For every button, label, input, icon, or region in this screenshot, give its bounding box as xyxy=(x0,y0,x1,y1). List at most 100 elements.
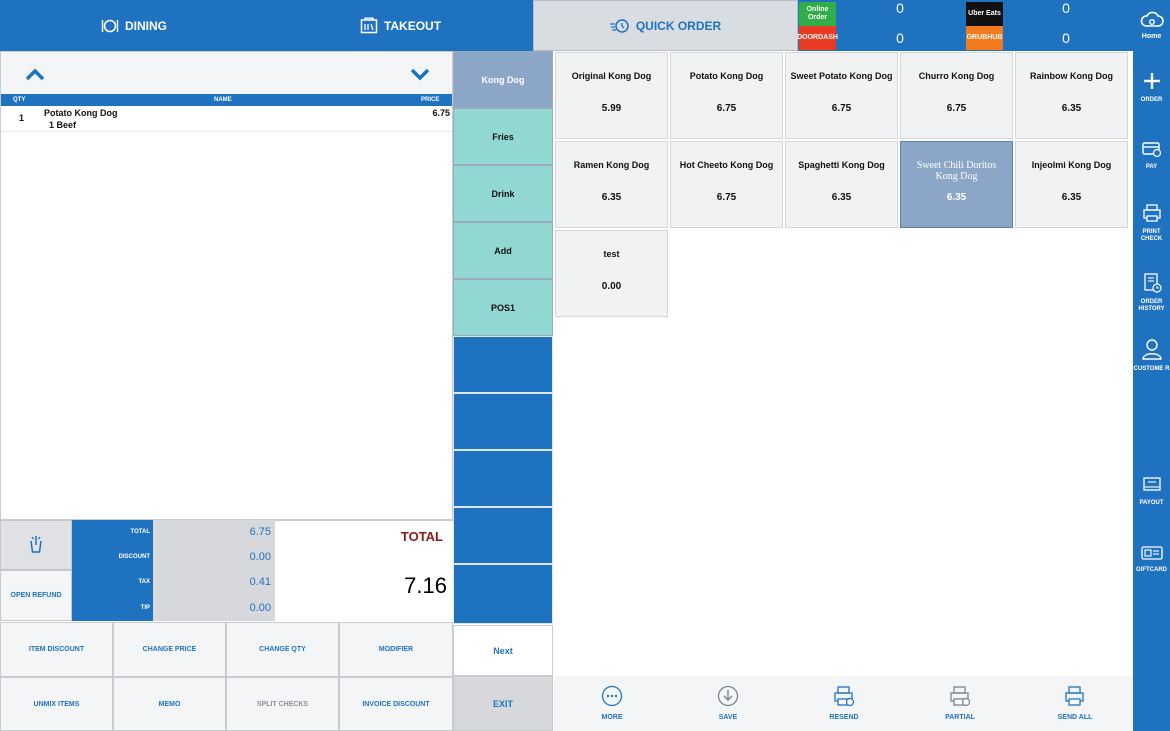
category-empty-slot[interactable] xyxy=(453,393,553,450)
menu-item[interactable]: Injeolmi Kong Dog 6.35 xyxy=(1015,141,1128,228)
menu-item-name: Original Kong Dog xyxy=(571,71,652,81)
sidebar-customer-button[interactable]: CUSTOME R xyxy=(1133,338,1170,373)
qty-header: QTY xyxy=(13,97,26,103)
menu-item-name: Spaghetti Kong Dog xyxy=(798,160,885,170)
scroll-down-icon[interactable] xyxy=(408,64,432,84)
online-order-logo[interactable]: Online Order xyxy=(799,2,836,26)
doordash-logo[interactable]: DOORDASH xyxy=(797,26,838,50)
order-row-qty: 1 xyxy=(19,113,25,123)
uber-eats-logo[interactable]: Uber Eats xyxy=(966,2,1003,26)
menu-item[interactable]: Original Kong Dog 5.99 xyxy=(555,52,668,139)
sidebar-order-label: ORDER xyxy=(1140,97,1163,103)
category-empty-slot[interactable] xyxy=(453,507,553,564)
order-row[interactable]: 1 Potato Kong Dog 1 Beef 6.75 xyxy=(1,106,452,132)
tab-quick-order[interactable]: QUICK ORDER xyxy=(533,0,798,51)
sidebar-pay-button[interactable]: PAY xyxy=(1133,140,1170,171)
gratuity-icon xyxy=(28,534,44,556)
invoice-discount-button[interactable]: INVOICE DISCOUNT xyxy=(339,677,453,731)
menu-item[interactable]: Ramen Kong Dog 6.35 xyxy=(555,141,668,228)
grubhub-logo[interactable]: GRUBHUB xyxy=(966,26,1003,50)
sidebar-print-check-label: PRINT CHECK xyxy=(1140,229,1163,242)
category-empty-slot[interactable] xyxy=(453,450,553,507)
category-pos1[interactable]: POS1 xyxy=(453,279,553,336)
unmix-items-button[interactable]: UNMIX ITEMS xyxy=(0,677,113,731)
grand-total-box: TOTAL 7.16 xyxy=(275,520,453,621)
menu-item-name: Churro Kong Dog xyxy=(918,71,995,81)
category-fries[interactable]: Fries xyxy=(453,108,553,165)
change-qty-button[interactable]: CHANGE QTY xyxy=(226,622,339,677)
category-drink[interactable]: Drink xyxy=(453,165,553,222)
menu-item-price: 6.35 xyxy=(831,192,852,203)
partial-button[interactable]: PARTIAL xyxy=(902,676,1018,731)
menu-item[interactable]: Hot Cheeto Kong Dog 6.75 xyxy=(670,141,783,228)
menu-item[interactable]: Churro Kong Dog 6.75 xyxy=(900,52,1013,139)
save-label: SAVE xyxy=(718,714,738,721)
order-row-name: Potato Kong Dog xyxy=(44,108,118,118)
plus-icon xyxy=(1142,71,1162,97)
exit-button[interactable]: EXIT xyxy=(453,676,553,731)
menu-item-selected[interactable]: Sweet Chili Doritos Kong Dog 6.35 xyxy=(900,141,1013,228)
tip-value: 0.00 xyxy=(249,602,271,614)
save-icon xyxy=(717,685,739,709)
more-icon xyxy=(601,685,623,709)
total-label: TOTAL xyxy=(130,529,150,535)
customer-icon xyxy=(1141,338,1163,366)
totals-labels: TOTAL DISCOUNT TAX TIP xyxy=(72,520,153,621)
subtotal-value: 6.75 xyxy=(249,526,271,538)
sidebar-order-button[interactable]: ORDER xyxy=(1133,71,1170,104)
menu-item[interactable]: Rainbow Kong Dog 6.35 xyxy=(1015,52,1128,139)
category-empty-slot[interactable] xyxy=(453,336,553,393)
change-price-button[interactable]: CHANGE PRICE xyxy=(113,622,226,677)
giftcard-icon xyxy=(1140,545,1163,567)
menu-item[interactable]: Spaghetti Kong Dog 6.35 xyxy=(785,141,898,228)
tab-dining[interactable]: DINING xyxy=(0,0,268,51)
menu-item-price: 6.35 xyxy=(946,192,967,203)
open-refund-button[interactable]: OPEN REFUND xyxy=(0,570,72,621)
scroll-up-icon[interactable] xyxy=(23,64,47,84)
menu-item-price: 6.75 xyxy=(716,103,737,114)
tab-takeout[interactable]: TAKEOUT xyxy=(268,0,533,51)
menu-item[interactable]: Potato Kong Dog 6.75 xyxy=(670,52,783,139)
item-discount-button[interactable]: ITEM DISCOUNT xyxy=(0,622,113,677)
dining-icon xyxy=(101,18,119,34)
category-empty-slot[interactable] xyxy=(453,564,553,624)
save-button[interactable]: SAVE xyxy=(670,676,786,731)
send-all-icon xyxy=(1064,685,1086,709)
partial-icon xyxy=(949,685,971,709)
menu-item[interactable]: Sweet Potato Kong Dog 6.75 xyxy=(785,52,898,139)
sidebar-giftcard-button[interactable]: GIFTCARD xyxy=(1133,545,1170,574)
resend-icon xyxy=(833,685,855,709)
tip-label: TIP xyxy=(140,605,150,611)
memo-button[interactable]: MEMO xyxy=(113,677,226,731)
category-add[interactable]: Add xyxy=(453,222,553,279)
payout-icon xyxy=(1142,476,1162,500)
sidebar-payout-button[interactable]: PAYOUT xyxy=(1133,476,1170,507)
split-checks-button[interactable]: SPLIT CHECKS xyxy=(226,677,339,731)
pay-icon xyxy=(1141,140,1162,164)
grand-total-value: 7.16 xyxy=(404,573,447,598)
modifier-button[interactable]: MODIFIER xyxy=(339,622,453,677)
order-history-icon xyxy=(1142,273,1162,299)
sidebar-customer-label: CUSTOME R xyxy=(1133,366,1170,372)
send-all-button[interactable]: SEND ALL xyxy=(1017,676,1133,731)
tax-value: 0.41 xyxy=(249,576,271,588)
category-next-button[interactable]: Next xyxy=(453,625,553,676)
order-row-modifier: 1 Beef xyxy=(49,120,77,130)
sidebar-print-check-button[interactable]: PRINT CHECK xyxy=(1133,203,1170,243)
menu-item-price: 6.35 xyxy=(1061,192,1082,203)
online-order-count: 0 xyxy=(896,0,904,16)
bottom-toolbar: MORE SAVE RESEND PARTIAL SEND ALL xyxy=(554,676,1133,731)
resend-button[interactable]: RESEND xyxy=(786,676,902,731)
category-kong-dog[interactable]: Kong Dog xyxy=(453,51,553,108)
more-button[interactable]: MORE xyxy=(554,676,670,731)
print-check-icon xyxy=(1142,203,1162,229)
menu-item-name: Hot Cheeto Kong Dog xyxy=(679,160,774,170)
menu-item-price: 6.35 xyxy=(601,192,622,203)
sidebar-order-history-button[interactable]: ORDER HISTORY xyxy=(1133,273,1170,313)
menu-item[interactable]: test 0.00 xyxy=(555,230,668,317)
home-button[interactable]: Home xyxy=(1133,10,1170,40)
uber-eats-count: 0 xyxy=(1062,0,1070,16)
gratuity-button[interactable] xyxy=(0,520,72,570)
tab-takeout-label: TAKEOUT xyxy=(383,18,442,33)
tab-quick-order-label: QUICK ORDER xyxy=(635,18,722,33)
